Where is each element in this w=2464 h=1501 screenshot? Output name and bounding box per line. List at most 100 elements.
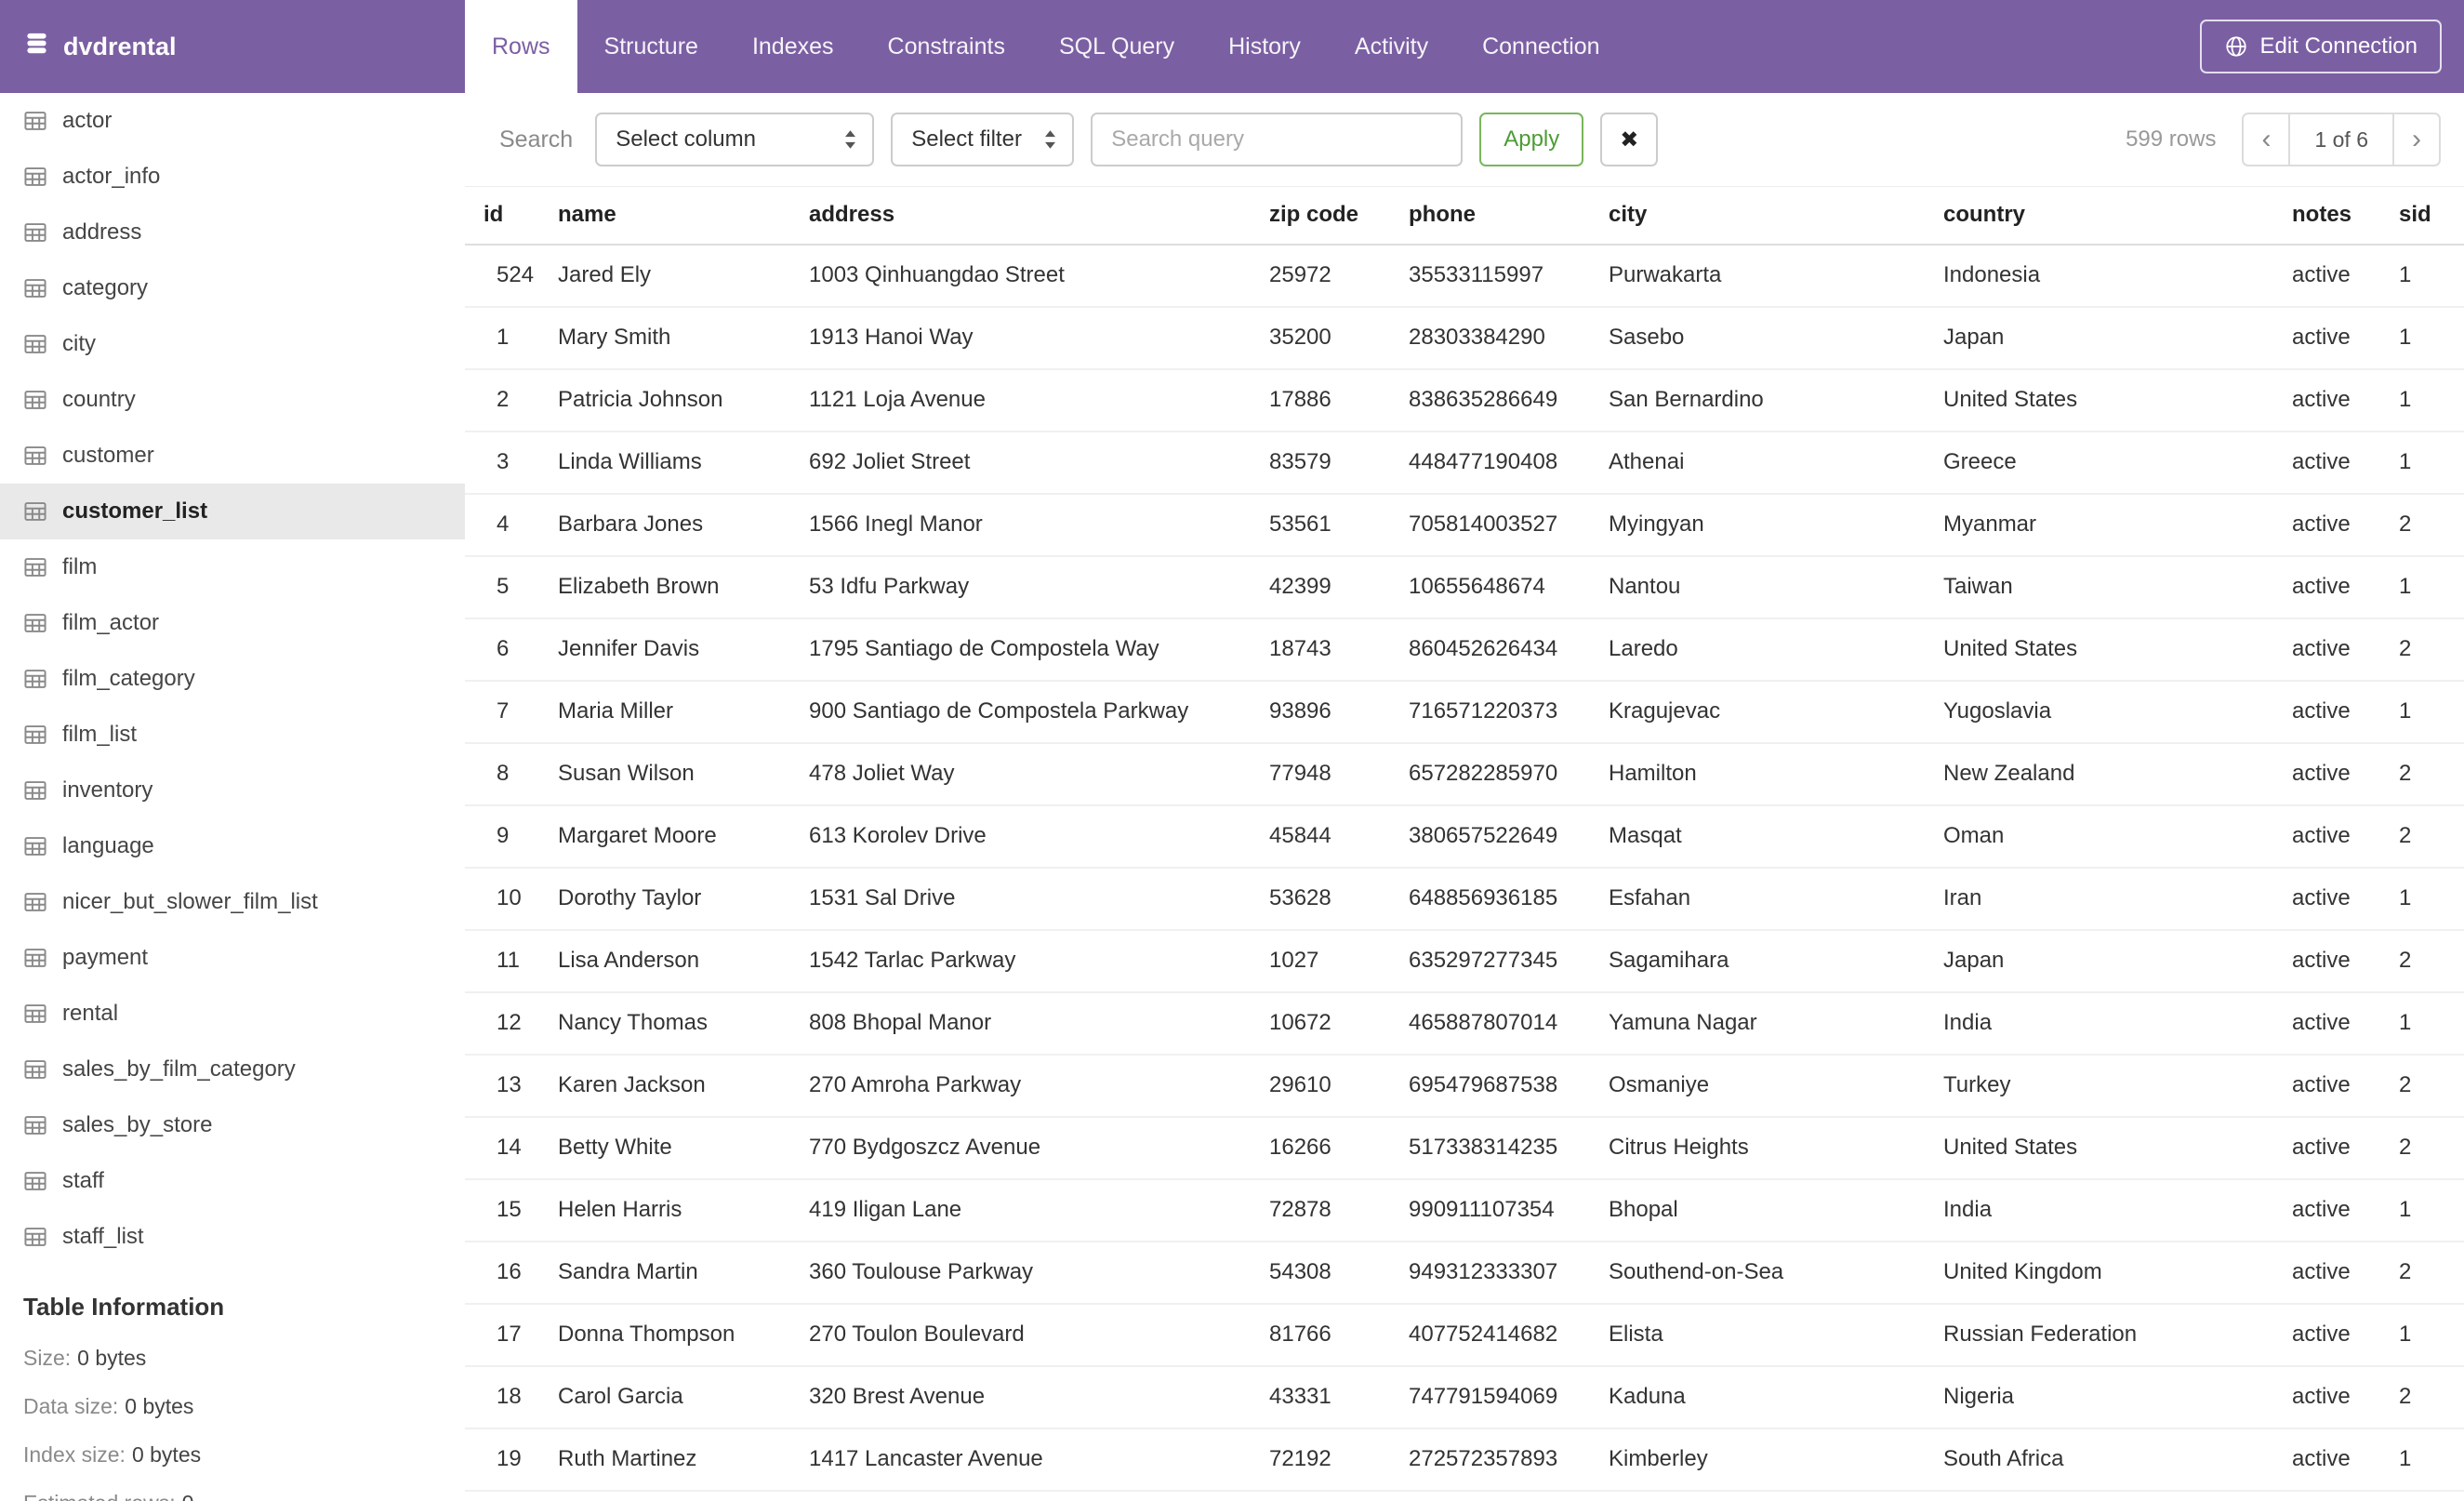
edit-connection-button[interactable]: Edit Connection: [2199, 20, 2442, 73]
table-row[interactable]: 14 Betty White 770 Bydgoszcz Avenue 1626…: [465, 1116, 2464, 1180]
cell-phone: 407752414682: [1390, 1303, 1590, 1367]
sidebar-table-item[interactable]: film_actor: [0, 595, 465, 651]
search-label: Search: [499, 126, 574, 153]
table-row[interactable]: 12 Nancy Thomas 808 Bhopal Manor 10672 4…: [465, 991, 2464, 1056]
sidebar-table-label: nicer_but_slower_film_list: [62, 889, 318, 914]
cell-address: 1121 Loja Avenue: [790, 368, 1251, 432]
cell-phone: 695479687538: [1390, 1054, 1590, 1118]
search-query-input[interactable]: [1091, 113, 1464, 166]
sidebar-table-item[interactable]: film_category: [0, 651, 465, 707]
cell-name: Ruth Martinez: [539, 1428, 790, 1492]
info-label: Size:: [23, 1346, 72, 1370]
sidebar-table-item[interactable]: film: [0, 539, 465, 595]
cell-city: Myingyan: [1590, 493, 1925, 557]
cell-phone: 380657522649: [1390, 804, 1590, 869]
sidebar-table-item[interactable]: customer: [0, 428, 465, 484]
header-row: id name address zip code phone city coun…: [465, 186, 2464, 246]
table-row[interactable]: 3 Linda Williams 692 Joliet Street 83579…: [465, 431, 2464, 495]
top-header: dvdrental Rows Structure Indexes Constra…: [0, 0, 2464, 93]
column-header[interactable]: country: [1925, 186, 2273, 246]
column-header[interactable]: phone: [1390, 186, 1590, 246]
sidebar-table-item[interactable]: sales_by_store: [0, 1097, 465, 1153]
column-header[interactable]: city: [1590, 186, 1925, 246]
table-row[interactable]: 4 Barbara Jones 1566 Inegl Manor 53561 7…: [465, 493, 2464, 557]
cell-address: 770 Bydgoszcz Avenue: [790, 1116, 1251, 1180]
table-row[interactable]: 15 Helen Harris 419 Iligan Lane 72878 99…: [465, 1178, 2464, 1242]
table-icon: [23, 1169, 47, 1193]
tab[interactable]: History: [1201, 0, 1328, 93]
cell-notes: active: [2273, 493, 2380, 557]
column-select[interactable]: Select column: [595, 113, 875, 166]
clear-search-button[interactable]: ✖: [1600, 113, 1659, 166]
table-row[interactable]: 18 Carol Garcia 320 Brest Avenue 43331 7…: [465, 1365, 2464, 1429]
cell-phone: 949312333307: [1390, 1241, 1590, 1305]
cell-name: Carol Garcia: [539, 1365, 790, 1429]
table-row[interactable]: 8 Susan Wilson 478 Joliet Way 77948 6572…: [465, 742, 2464, 806]
sidebar-table-item[interactable]: nicer_but_slower_film_list: [0, 874, 465, 930]
sidebar-table-item[interactable]: rental: [0, 986, 465, 1042]
cell-sid: 1: [2380, 306, 2464, 370]
topbar-right: Edit Connection: [2199, 0, 2464, 93]
sidebar-table-item[interactable]: staff: [0, 1153, 465, 1209]
cell-phone: 448477190408: [1390, 431, 1590, 495]
column-header[interactable]: id: [465, 186, 539, 246]
table-row[interactable]: 19 Ruth Martinez 1417 Lancaster Avenue 7…: [465, 1428, 2464, 1492]
cell-notes: active: [2273, 991, 2380, 1056]
table-row[interactable]: 6 Jennifer Davis 1795 Santiago de Compos…: [465, 618, 2464, 682]
sidebar-table-item[interactable]: film_list: [0, 707, 465, 763]
sidebar-table-item[interactable]: address: [0, 205, 465, 260]
cell-address: 1417 Lancaster Avenue: [790, 1428, 1251, 1492]
sidebar-table-item[interactable]: city: [0, 316, 465, 372]
tab[interactable]: Rows: [465, 0, 577, 93]
table-row[interactable]: 524 Jared Ely 1003 Qinhuangdao Street 25…: [465, 244, 2464, 308]
table-row[interactable]: 7 Maria Miller 900 Santiago de Compostel…: [465, 680, 2464, 744]
tab[interactable]: Connection: [1455, 0, 1626, 93]
column-header[interactable]: name: [539, 186, 790, 246]
filter-select[interactable]: Select filter: [891, 113, 1075, 166]
sidebar-table-item[interactable]: inventory: [0, 763, 465, 818]
cell-zip-code: 45844: [1251, 804, 1390, 869]
cell-name: Karen Jackson: [539, 1054, 790, 1118]
tab[interactable]: Indexes: [725, 0, 861, 93]
table-row[interactable]: 17 Donna Thompson 270 Toulon Boulevard 8…: [465, 1303, 2464, 1367]
cell-notes: active: [2273, 244, 2380, 308]
cell-notes: active: [2273, 680, 2380, 744]
prev-page-button[interactable]: ‹: [2242, 113, 2291, 166]
sidebar-table-item[interactable]: sales_by_film_category: [0, 1042, 465, 1097]
table-row[interactable]: 2 Patricia Johnson 1121 Loja Avenue 1788…: [465, 368, 2464, 432]
sidebar-table-item[interactable]: payment: [0, 930, 465, 986]
tab[interactable]: SQL Query: [1032, 0, 1201, 93]
cell-phone: 517338314235: [1390, 1116, 1590, 1180]
tab[interactable]: Structure: [577, 0, 725, 93]
column-header[interactable]: zip code: [1251, 186, 1390, 246]
table-row[interactable]: 13 Karen Jackson 270 Amroha Parkway 2961…: [465, 1054, 2464, 1118]
sidebar-table-item[interactable]: language: [0, 818, 465, 874]
table-row[interactable]: 5 Elizabeth Brown 53 Idfu Parkway 42399 …: [465, 555, 2464, 619]
table-row[interactable]: 9 Margaret Moore 613 Korolev Drive 45844…: [465, 804, 2464, 869]
main-tabs: Rows Structure Indexes Constraints SQL Q…: [465, 0, 1627, 93]
cell-phone: 465887807014: [1390, 991, 1590, 1056]
apply-button[interactable]: Apply: [1479, 113, 1584, 166]
cell-zip-code: 54308: [1251, 1241, 1390, 1305]
column-header[interactable]: sid: [2380, 186, 2464, 246]
table-row[interactable]: 11 Lisa Anderson 1542 Tarlac Parkway 102…: [465, 929, 2464, 993]
sidebar-table-item[interactable]: category: [0, 260, 465, 316]
tab[interactable]: Activity: [1328, 0, 1455, 93]
table-row[interactable]: 16 Sandra Martin 360 Toulouse Parkway 54…: [465, 1241, 2464, 1305]
cell-city: Athenai: [1590, 431, 1925, 495]
cell-sid: 1: [2380, 867, 2464, 931]
sidebar-table-item[interactable]: customer_list: [0, 484, 465, 539]
column-header[interactable]: notes: [2273, 186, 2380, 246]
cell-sid: 2: [2380, 618, 2464, 682]
tab[interactable]: Constraints: [861, 0, 1032, 93]
table-icon: [23, 834, 47, 858]
next-page-button[interactable]: ›: [2392, 113, 2441, 166]
table-row[interactable]: 1 Mary Smith 1913 Hanoi Way 35200 283033…: [465, 306, 2464, 370]
column-header[interactable]: address: [790, 186, 1251, 246]
table-row[interactable]: 10 Dorothy Taylor 1531 Sal Drive 53628 6…: [465, 867, 2464, 931]
table-information-heading: Table Information: [23, 1293, 225, 1321]
sidebar-table-item[interactable]: staff_list: [0, 1209, 465, 1265]
sidebar-table-item[interactable]: country: [0, 372, 465, 428]
sidebar-table-item[interactable]: actor: [0, 93, 465, 149]
sidebar-table-item[interactable]: actor_info: [0, 149, 465, 205]
